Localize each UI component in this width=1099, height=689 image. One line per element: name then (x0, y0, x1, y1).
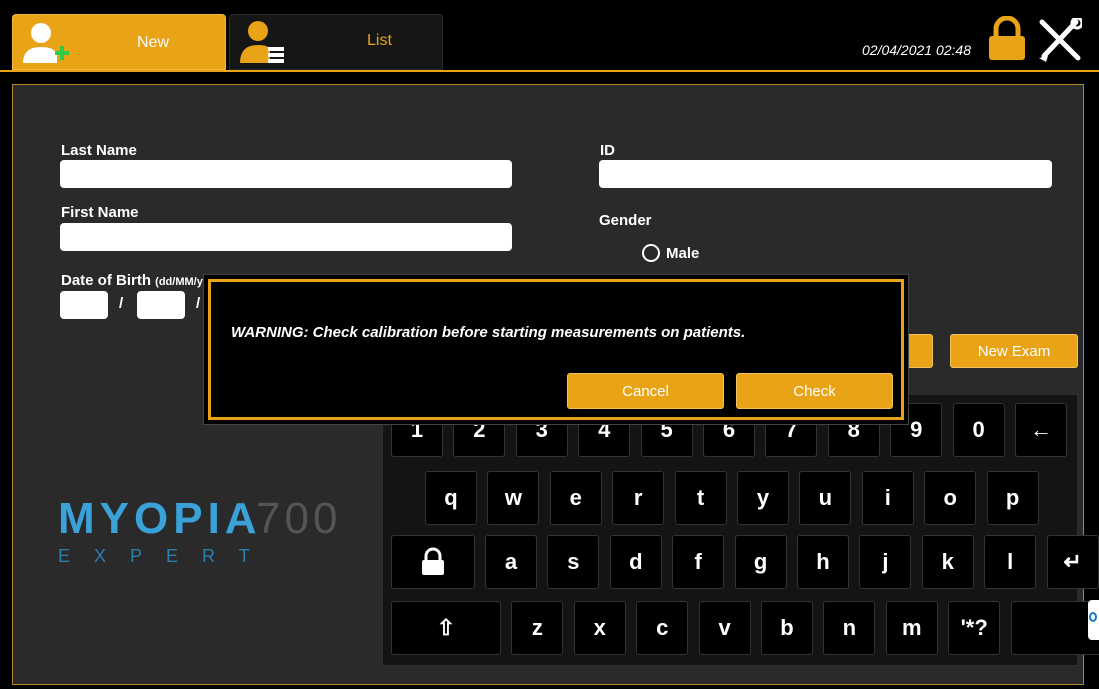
key-backspace[interactable]: ← (1015, 403, 1067, 457)
warning-message: WARNING: Check calibration before starti… (231, 324, 746, 341)
key-f[interactable]: f (672, 535, 725, 589)
key-z[interactable]: z (511, 601, 564, 655)
check-button[interactable]: Check (736, 373, 893, 409)
partial-gold-button[interactable] (905, 334, 933, 368)
id-field[interactable] (599, 160, 1052, 188)
key-l[interactable]: l (984, 535, 1037, 589)
key-y[interactable]: y (737, 471, 789, 525)
key-space[interactable] (1010, 601, 1099, 655)
user-list-icon (240, 21, 284, 63)
key-g[interactable]: g (734, 535, 787, 589)
cancel-button[interactable]: Cancel (567, 373, 724, 409)
add-user-icon (23, 23, 69, 63)
gender-male-label: Male (666, 244, 700, 262)
key-m[interactable]: m (885, 601, 938, 655)
first-name-label: First Name (61, 204, 139, 221)
key-shift[interactable]: ⇧ (391, 601, 501, 655)
key-t[interactable]: t (674, 471, 727, 525)
tab-new-label: New (137, 34, 170, 51)
key-w[interactable]: w (487, 471, 540, 525)
key-r[interactable]: r (612, 471, 665, 525)
tab-list-label: List (367, 32, 392, 49)
key-j[interactable]: j (859, 535, 912, 589)
key-a[interactable]: a (485, 535, 537, 589)
last-name-field[interactable] (60, 160, 512, 188)
key-o[interactable]: o (924, 471, 977, 525)
key-symbols[interactable]: '*? (948, 601, 1001, 655)
new-exam-button[interactable]: New Exam (950, 334, 1078, 368)
key-enter[interactable]: ↵ (1046, 535, 1099, 589)
key-c[interactable]: c (636, 601, 689, 655)
dob-label: Date of Birth (dd/MM/yyyy) (61, 272, 225, 289)
key-caps-lock[interactable] (391, 535, 475, 589)
lock-icon[interactable] (987, 16, 1027, 62)
logo-model: 700 (256, 494, 342, 543)
radio-circle (642, 244, 660, 262)
key-v[interactable]: v (698, 601, 751, 655)
tab-list[interactable]: List (229, 14, 443, 70)
key-b[interactable]: b (761, 601, 813, 655)
key-s[interactable]: s (547, 535, 600, 589)
header-divider (0, 70, 1099, 72)
dob-day-field[interactable] (60, 291, 108, 319)
key-d[interactable]: d (609, 535, 662, 589)
key-p[interactable]: p (986, 471, 1039, 525)
dob-month-field[interactable] (137, 291, 185, 319)
logo-tagline: EXPERT (58, 546, 274, 566)
warning-dialog: WARNING: Check calibration before starti… (203, 274, 909, 425)
key-q[interactable]: q (425, 471, 477, 525)
key-h[interactable]: h (797, 535, 849, 589)
warning-dialog-frame: WARNING: Check calibration before starti… (208, 279, 904, 420)
key-i[interactable]: i (861, 471, 914, 525)
tab-new[interactable]: New (12, 14, 226, 70)
tools-icon[interactable] (1036, 18, 1082, 64)
on-screen-keyboard: 1 2 3 4 5 6 7 8 9 0 ← qwertyuiop a s d f g h j k l ↵ ⇧ z x c v b… (382, 394, 1099, 666)
key-u[interactable]: u (799, 471, 852, 525)
key-n[interactable]: n (823, 601, 876, 655)
key-0[interactable]: 0 (952, 403, 1005, 457)
key-e[interactable]: e (549, 471, 602, 525)
key-k[interactable]: k (921, 535, 974, 589)
dob-separator: / (119, 295, 124, 312)
gender-label: Gender (599, 212, 652, 229)
last-name-label: Last Name (61, 142, 137, 159)
key-x[interactable]: x (573, 601, 626, 655)
side-tab-icon (1089, 612, 1097, 622)
dob-separator: / (196, 295, 201, 312)
caps-lock-icon (422, 547, 444, 575)
gender-male-radio[interactable]: Male (642, 244, 699, 262)
id-label: ID (600, 142, 615, 159)
first-name-field[interactable] (60, 223, 512, 251)
datetime-display: 02/04/2021 02:48 (862, 42, 971, 58)
logo-brand: MYOPIA (58, 494, 262, 543)
side-tab-handle[interactable] (1088, 600, 1099, 640)
